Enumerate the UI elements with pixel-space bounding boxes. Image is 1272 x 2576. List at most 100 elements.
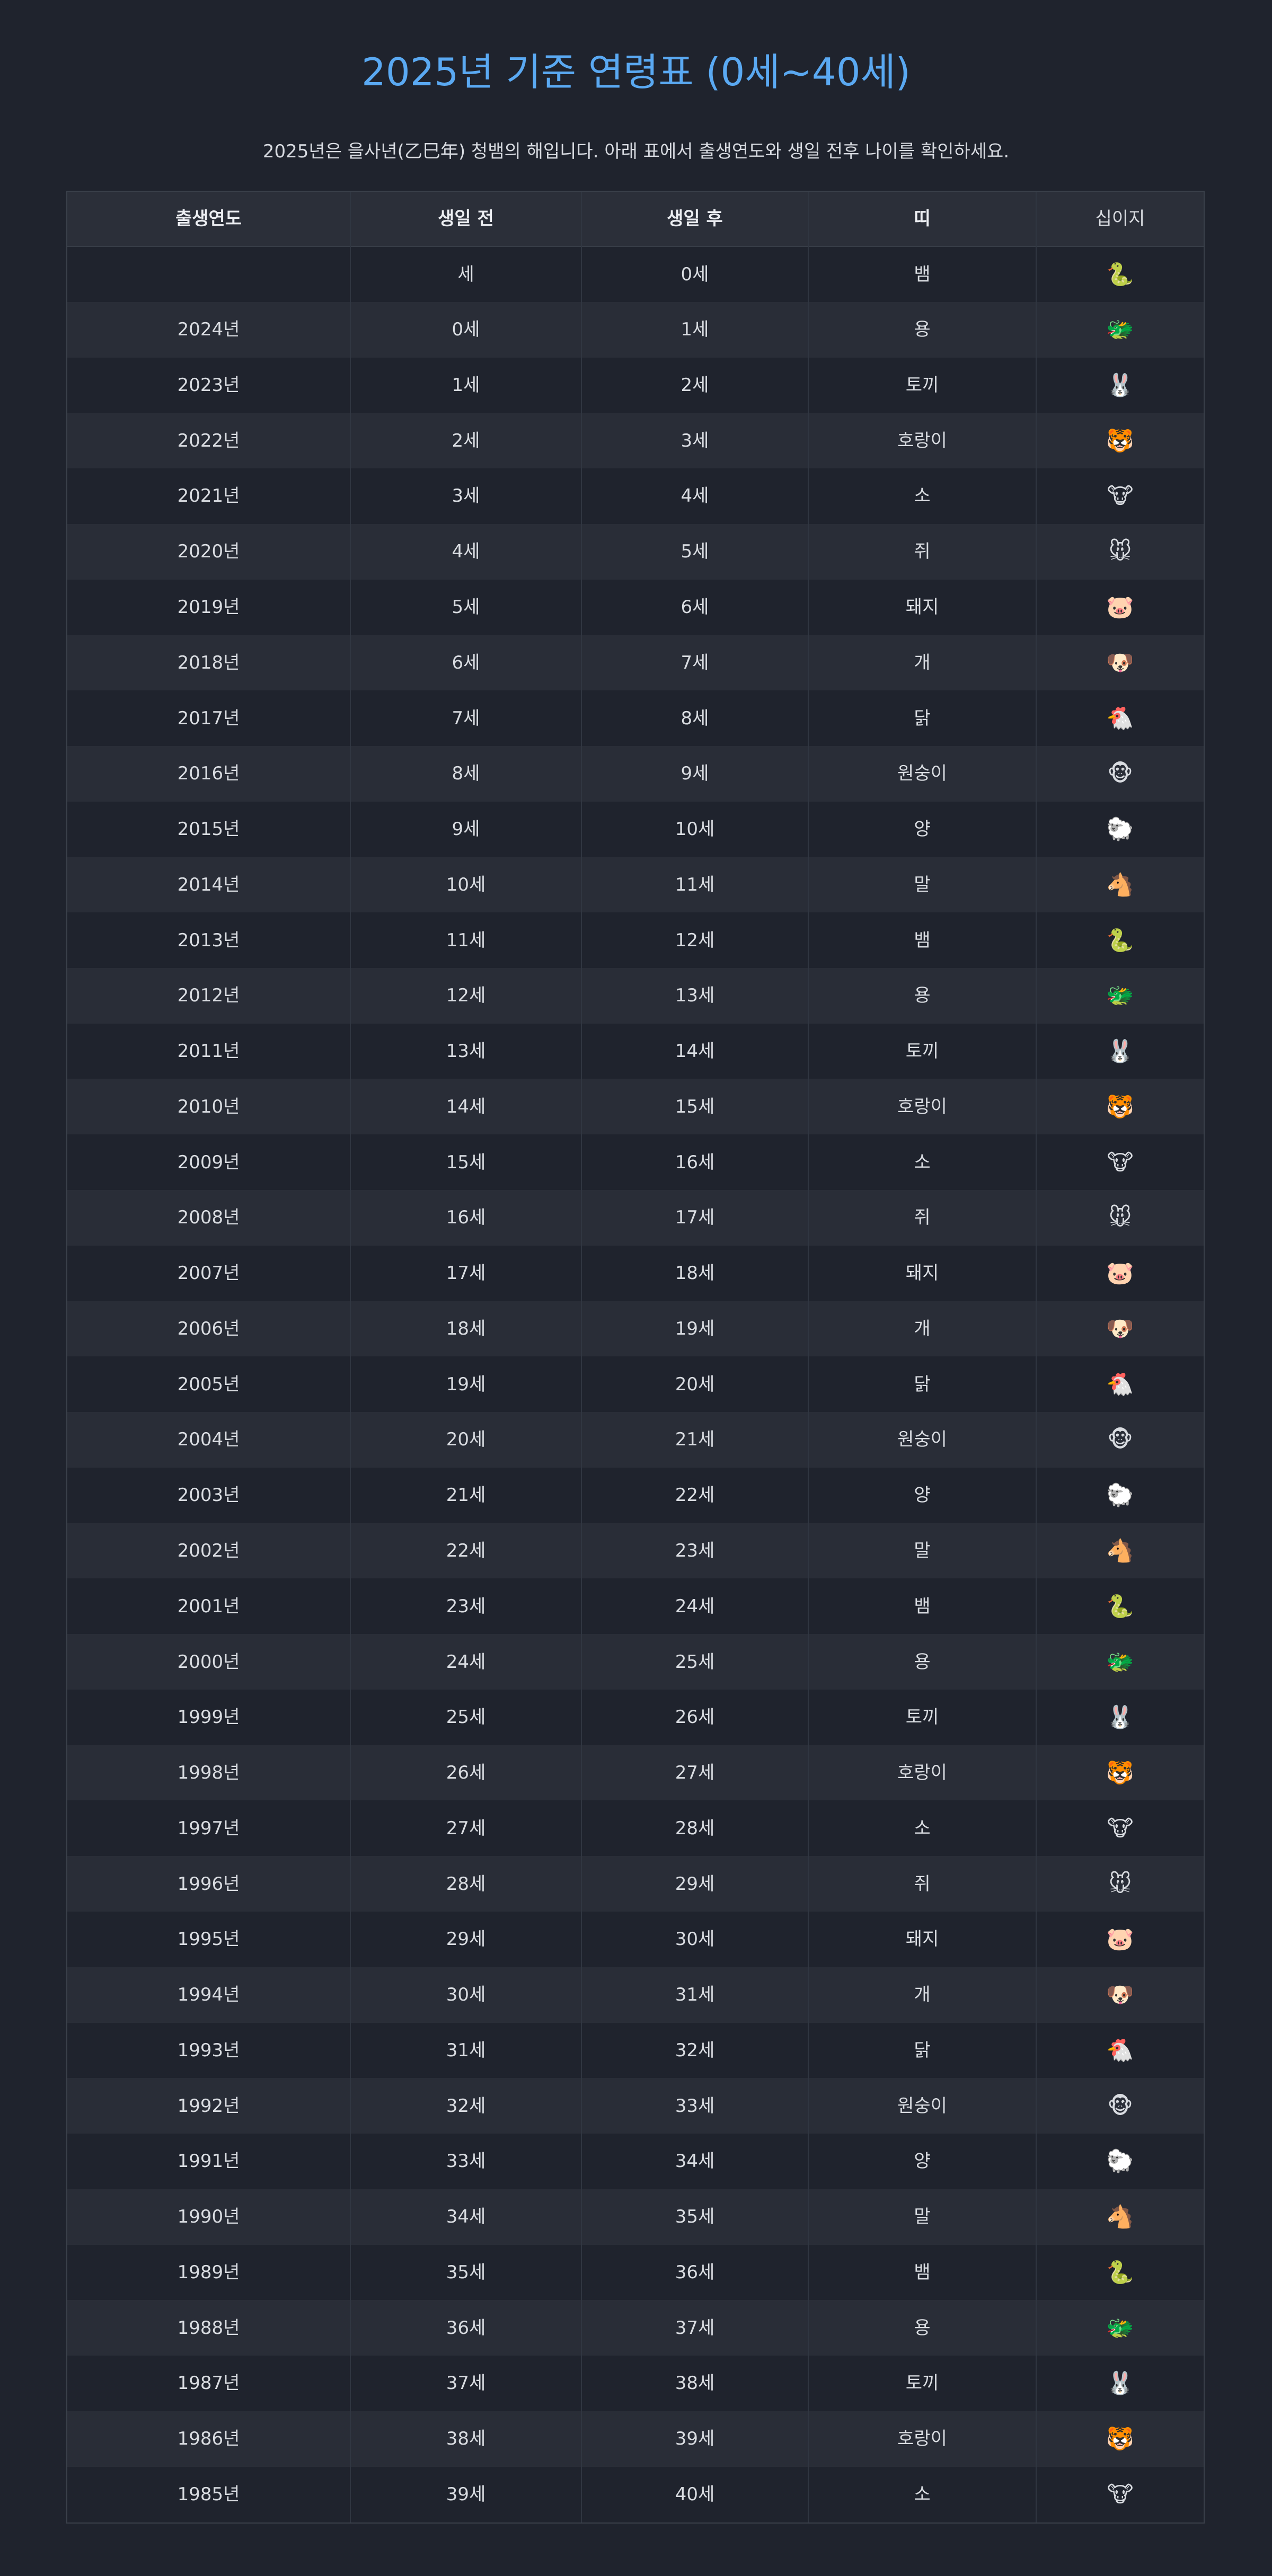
age-after-birthday-cell: 12세 bbox=[581, 912, 809, 968]
zodiac-icon-cell: 🐑 bbox=[1036, 2134, 1204, 2189]
table-row: 2014년 10세 11세 말 🐴 bbox=[67, 857, 1204, 913]
zodiac-name-cell: 닭 bbox=[808, 1356, 1037, 1413]
age-before-birthday-cell: 30세 bbox=[350, 1967, 582, 2023]
zodiac-name-cell: 용 bbox=[808, 2300, 1037, 2356]
birth-year-cell: 2024년 bbox=[67, 301, 351, 358]
sheep-icon: 🐑 bbox=[1106, 816, 1134, 842]
zodiac-icon-cell: 🐶 bbox=[1036, 1967, 1204, 2023]
zodiac-icon-cell: 🐷 bbox=[1036, 1246, 1204, 1301]
rabbit-icon: 🐰 bbox=[1106, 2370, 1134, 2396]
age-before-birthday-cell: 10세 bbox=[350, 857, 582, 913]
age-before-birthday-cell: 4세 bbox=[350, 523, 582, 580]
table-row: 2001년 23세 24세 뱀 🐍 bbox=[67, 1578, 1204, 1635]
age-after-birthday-cell: 13세 bbox=[581, 967, 809, 1024]
monkey-icon: 🐵 bbox=[1107, 2092, 1133, 2119]
age-after-birthday-cell: 9세 bbox=[581, 745, 809, 802]
zodiac-name-cell: 뱀 bbox=[808, 2244, 1037, 2300]
table-row: 2023년 1세 2세 토끼 🐰 bbox=[67, 357, 1204, 413]
age-after-birthday-cell: 36세 bbox=[581, 2244, 809, 2300]
age-before-birthday-cell: 19세 bbox=[350, 1356, 582, 1413]
age-after-birthday-cell: 8세 bbox=[581, 690, 809, 746]
ox-icon: 🐮 bbox=[1107, 1815, 1134, 1841]
zodiac-icon-cell: 🐴 bbox=[1036, 1523, 1204, 1579]
age-after-birthday-cell: 17세 bbox=[581, 1190, 809, 1246]
zodiac-name-cell: 호랑이 bbox=[808, 1079, 1037, 1135]
rooster-icon: 🐔 bbox=[1106, 1371, 1134, 1397]
zodiac-icon-cell: 🐯 bbox=[1036, 2411, 1204, 2467]
age-after-birthday-cell: 29세 bbox=[581, 1856, 809, 1912]
header-twelve-branches: 십이지 bbox=[1036, 192, 1204, 247]
header-zodiac: 띠 bbox=[808, 192, 1037, 247]
age-before-birthday-cell: 39세 bbox=[350, 2466, 582, 2522]
age-before-birthday-cell: 15세 bbox=[350, 1134, 582, 1191]
table-row: 2022년 2세 3세 호랑이 🐯 bbox=[67, 413, 1204, 469]
table-row: 1996년 28세 29세 쥐 🐭 bbox=[67, 1856, 1204, 1912]
dragon-icon: 🐲 bbox=[1106, 982, 1134, 1009]
age-before-birthday-cell: 6세 bbox=[350, 635, 582, 691]
zodiac-name-cell: 용 bbox=[808, 1634, 1037, 1690]
table-row: 2012년 12세 13세 용 🐲 bbox=[67, 967, 1204, 1024]
age-before-birthday-cell: 34세 bbox=[350, 2189, 582, 2245]
age-before-birthday-cell: 18세 bbox=[350, 1301, 582, 1357]
table-row: 1993년 31세 32세 닭 🐔 bbox=[67, 2022, 1204, 2078]
zodiac-icon-cell: 🐭 bbox=[1036, 524, 1204, 580]
zodiac-icon-cell: 🐮 bbox=[1036, 468, 1204, 524]
zodiac-name-cell: 원숭이 bbox=[808, 745, 1037, 802]
birth-year-cell: 1998년 bbox=[67, 1745, 351, 1801]
zodiac-icon-cell: 🐯 bbox=[1036, 413, 1204, 468]
zodiac-name-cell: 소 bbox=[808, 468, 1037, 524]
dragon-icon: 🐲 bbox=[1106, 2314, 1134, 2341]
age-after-birthday-cell: 26세 bbox=[581, 1689, 809, 1745]
age-before-birthday-cell: 37세 bbox=[350, 2356, 582, 2411]
age-before-birthday-cell: 33세 bbox=[350, 2134, 582, 2189]
age-after-birthday-cell: 14세 bbox=[581, 1023, 809, 1079]
age-before-birthday-cell: 1세 bbox=[350, 357, 582, 413]
table-row: 1986년 38세 39세 호랑이 🐯 bbox=[67, 2411, 1204, 2467]
dragon-icon: 🐲 bbox=[1106, 316, 1134, 343]
birth-year-cell: 2017년 bbox=[67, 690, 351, 746]
birth-year-cell: 1989년 bbox=[67, 2244, 351, 2300]
age-after-birthday-cell: 3세 bbox=[581, 413, 809, 469]
horse-icon: 🐴 bbox=[1106, 1537, 1134, 1564]
zodiac-icon-cell: 🐶 bbox=[1036, 635, 1204, 690]
birth-year-cell: 2023년 bbox=[67, 357, 351, 413]
zodiac-name-cell: 용 bbox=[808, 301, 1037, 358]
age-before-birthday-cell: 24세 bbox=[350, 1634, 582, 1690]
table-row: 1988년 36세 37세 용 🐲 bbox=[67, 2300, 1204, 2356]
zodiac-name-cell: 개 bbox=[808, 635, 1037, 691]
birth-year-cell: 2013년 bbox=[67, 912, 351, 968]
zodiac-name-cell: 원숭이 bbox=[808, 2078, 1037, 2134]
table-row: 1989년 35세 36세 뱀 🐍 bbox=[67, 2244, 1204, 2300]
age-before-birthday-cell: 17세 bbox=[350, 1245, 582, 1301]
table-body: 세 0세 뱀 🐍 2024년 0세 1세 용 🐲 2023년 1세 2세 토끼 🐰 2022년 2세 3세 호랑이… bbox=[67, 246, 1204, 2522]
birth-year-cell bbox=[67, 246, 351, 302]
tiger-icon: 🐯 bbox=[1106, 1093, 1134, 1120]
age-before-birthday-cell: 35세 bbox=[350, 2244, 582, 2300]
age-after-birthday-cell: 32세 bbox=[581, 2022, 809, 2078]
zodiac-name-cell: 소 bbox=[808, 2466, 1037, 2522]
age-after-birthday-cell: 27세 bbox=[581, 1745, 809, 1801]
zodiac-icon-cell: 🐍 bbox=[1036, 246, 1204, 302]
zodiac-name-cell: 뱀 bbox=[808, 246, 1037, 302]
birth-year-cell: 1985년 bbox=[67, 2466, 351, 2522]
birth-year-cell: 2011년 bbox=[67, 1023, 351, 1079]
rat-icon: 🐭 bbox=[1108, 1204, 1132, 1231]
birth-year-cell: 1993년 bbox=[67, 2022, 351, 2078]
zodiac-icon-cell: 🐶 bbox=[1036, 1301, 1204, 1357]
birth-year-cell: 2003년 bbox=[67, 1467, 351, 1523]
rabbit-icon: 🐰 bbox=[1106, 371, 1134, 398]
zodiac-name-cell: 닭 bbox=[808, 2022, 1037, 2078]
horse-icon: 🐴 bbox=[1106, 871, 1134, 898]
zodiac-name-cell: 말 bbox=[808, 2189, 1037, 2245]
age-before-birthday-cell: 14세 bbox=[350, 1079, 582, 1135]
age-before-birthday-cell: 3세 bbox=[350, 468, 582, 524]
table-row: 2017년 7세 8세 닭 🐔 bbox=[67, 690, 1204, 746]
birth-year-cell: 2005년 bbox=[67, 1356, 351, 1413]
birth-year-cell: 2007년 bbox=[67, 1245, 351, 1301]
age-before-birthday-cell: 38세 bbox=[350, 2411, 582, 2467]
zodiac-icon-cell: 🐲 bbox=[1036, 1634, 1204, 1690]
table-header-row: 출생연도 생일 전 생일 후 띠 십이지 bbox=[67, 192, 1204, 247]
age-after-birthday-cell: 19세 bbox=[581, 1301, 809, 1357]
zodiac-icon-cell: 🐯 bbox=[1036, 1079, 1204, 1134]
zodiac-icon-cell: 🐰 bbox=[1036, 2356, 1204, 2411]
